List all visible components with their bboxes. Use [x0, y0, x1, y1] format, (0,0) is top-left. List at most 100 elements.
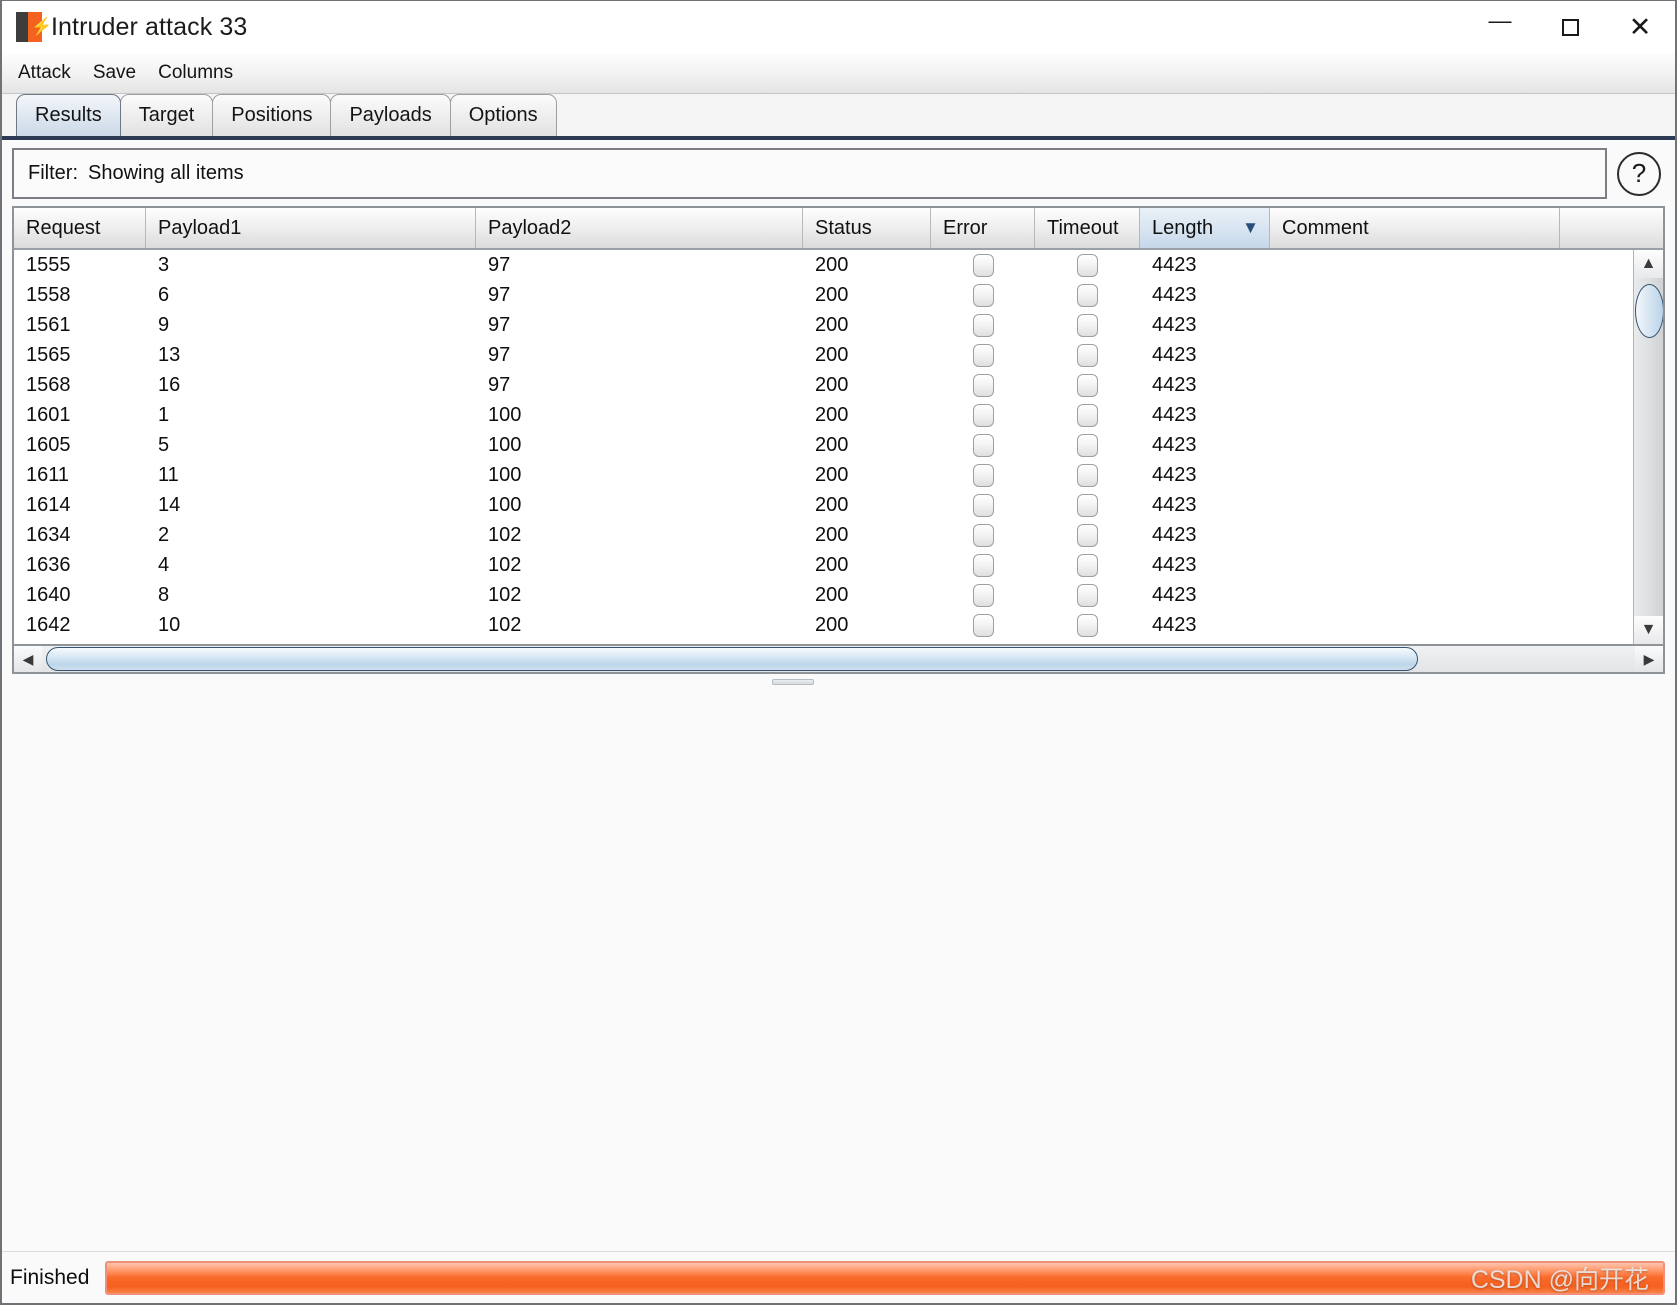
checkbox-error[interactable] — [972, 283, 994, 307]
menu-item-save[interactable]: Save — [91, 60, 147, 86]
checkbox-error[interactable] — [972, 433, 994, 457]
help-icon[interactable]: ? — [1617, 151, 1661, 196]
cell-timeout — [1035, 460, 1140, 490]
checkbox-timeout[interactable] — [1077, 493, 1098, 517]
checkbox-error[interactable] — [972, 373, 994, 397]
cell-error — [931, 520, 1035, 550]
checkbox-error[interactable] — [972, 463, 994, 487]
checkbox-error[interactable] — [972, 493, 994, 517]
tab-options[interactable]: Options — [449, 94, 557, 136]
horizontal-scrollbar[interactable]: ◀ ▶ — [12, 646, 1665, 674]
cell-comment — [1270, 340, 1560, 370]
column-header-label: Comment — [1282, 216, 1369, 239]
column-header-error[interactable]: Error — [931, 208, 1035, 248]
table-row[interactable]: 1601 1 100 200 4423 — [14, 400, 1633, 430]
close-icon: ✕ — [1628, 11, 1652, 42]
column-header-timeout[interactable]: Timeout — [1035, 208, 1140, 248]
scroll-right-button[interactable]: ▶ — [1635, 646, 1663, 672]
window-titlebar[interactable]: ⚡ Intruder attack 33 — ✕ — [2, 1, 1675, 53]
cell-status: 200 — [815, 433, 849, 456]
scroll-left-button[interactable]: ◀ — [14, 646, 42, 672]
panel-splitter[interactable] — [12, 678, 1665, 688]
checkbox-timeout[interactable] — [1077, 463, 1098, 487]
column-header-comment[interactable]: Comment — [1270, 208, 1560, 248]
scroll-up-button[interactable]: ▲ — [1634, 250, 1663, 278]
minimize-button[interactable]: — — [1465, 1, 1535, 53]
checkbox-timeout[interactable] — [1077, 583, 1098, 607]
cell-comment — [1270, 490, 1560, 520]
checkbox-timeout[interactable] — [1077, 553, 1098, 577]
checkbox-timeout[interactable] — [1077, 343, 1098, 367]
checkbox-timeout[interactable] — [1077, 253, 1098, 277]
checkbox-error[interactable] — [972, 523, 994, 547]
tab-target[interactable]: Target — [119, 94, 214, 136]
vertical-scrollbar[interactable]: ▲ ▼ — [1633, 250, 1663, 644]
cell-status: 200 — [815, 283, 849, 306]
checkbox-timeout[interactable] — [1077, 613, 1098, 637]
table-row[interactable]: 1642 10 102 200 4423 — [14, 610, 1633, 640]
checkbox-timeout[interactable] — [1077, 373, 1098, 397]
cell-status: 200 — [815, 343, 849, 366]
checkbox-timeout[interactable] — [1077, 283, 1098, 307]
tab-results[interactable]: Results — [16, 94, 121, 136]
checkbox-error[interactable] — [972, 613, 994, 637]
cell-payload1: 11 — [158, 463, 179, 486]
cell-request: 1605 — [26, 433, 71, 456]
table-row[interactable]: 1605 5 100 200 4423 — [14, 430, 1633, 460]
column-header-label: Payload2 — [488, 216, 572, 239]
column-header-request[interactable]: Request — [14, 208, 146, 248]
scroll-down-button[interactable]: ▼ — [1634, 616, 1663, 644]
cell-status: 200 — [815, 463, 849, 486]
cell-request: 1558 — [26, 283, 71, 306]
table-row[interactable]: 1568 16 97 200 4423 — [14, 370, 1633, 400]
checkbox-timeout[interactable] — [1077, 523, 1098, 547]
cell-comment — [1270, 550, 1560, 580]
table-row[interactable]: 1636 4 102 200 4423 — [14, 550, 1633, 580]
table-row[interactable]: 1558 6 97 200 4423 — [14, 280, 1633, 310]
checkbox-timeout[interactable] — [1077, 313, 1098, 337]
table-row[interactable]: 1555 3 97 200 4423 — [14, 250, 1633, 280]
cell-payload1: 4 — [158, 553, 170, 576]
table-row[interactable]: 1611 11 100 200 4423 — [14, 460, 1633, 490]
table-row[interactable]: 1565 13 97 200 4423 — [14, 340, 1633, 370]
cell-length: 4423 — [1152, 553, 1197, 576]
maximize-button[interactable] — [1535, 1, 1605, 53]
cell-comment — [1270, 610, 1560, 640]
table-row[interactable]: 1614 14 100 200 4423 — [14, 490, 1633, 520]
cell-error — [931, 310, 1035, 340]
tab-positions[interactable]: Positions — [212, 94, 332, 136]
menu-item-columns[interactable]: Columns — [156, 60, 244, 86]
cell-comment — [1270, 430, 1560, 460]
checkbox-error[interactable] — [972, 583, 994, 607]
table-row[interactable]: 1640 8 102 200 4423 — [14, 580, 1633, 610]
table-rows[interactable]: 1555 3 97 200 4423 1558 6 97 200 4423 1561 9 97 200 44… — [14, 250, 1633, 644]
horizontal-scrollbar-thumb[interactable] — [46, 647, 1418, 671]
cell-length: 4423 — [1152, 613, 1197, 636]
cell-request: 1634 — [26, 523, 71, 546]
splitter-grip[interactable] — [772, 679, 814, 685]
column-header-payload1[interactable]: Payload1 — [146, 208, 476, 248]
cell-status: 200 — [815, 373, 849, 396]
filter-bar[interactable]: Filter: Showing all items — [12, 148, 1607, 199]
horizontal-scrollbar-track[interactable] — [42, 646, 1635, 672]
column-header-status[interactable]: Status — [803, 208, 931, 248]
checkbox-error[interactable] — [972, 253, 994, 277]
checkbox-timeout[interactable] — [1077, 403, 1098, 427]
cell-status: 200 — [815, 253, 849, 276]
close-button[interactable]: ✕ — [1605, 1, 1675, 53]
column-header-length[interactable]: Length ▼ — [1140, 208, 1270, 248]
checkbox-timeout[interactable] — [1077, 433, 1098, 457]
tab-payloads[interactable]: Payloads — [330, 94, 451, 136]
checkbox-error[interactable] — [972, 313, 994, 337]
checkbox-error[interactable] — [972, 553, 994, 577]
checkbox-error[interactable] — [972, 343, 994, 367]
cell-payload2: 97 — [488, 253, 511, 276]
column-header-payload2[interactable]: Payload2 — [476, 208, 803, 248]
table-row[interactable]: 1634 2 102 200 4423 — [14, 520, 1633, 550]
vertical-scrollbar-thumb[interactable] — [1635, 284, 1663, 338]
cell-error — [931, 460, 1035, 490]
checkbox-error[interactable] — [972, 403, 994, 427]
menu-item-attack[interactable]: Attack — [16, 60, 82, 86]
table-row[interactable]: 1561 9 97 200 4423 — [14, 310, 1633, 340]
cell-status: 200 — [815, 403, 849, 426]
